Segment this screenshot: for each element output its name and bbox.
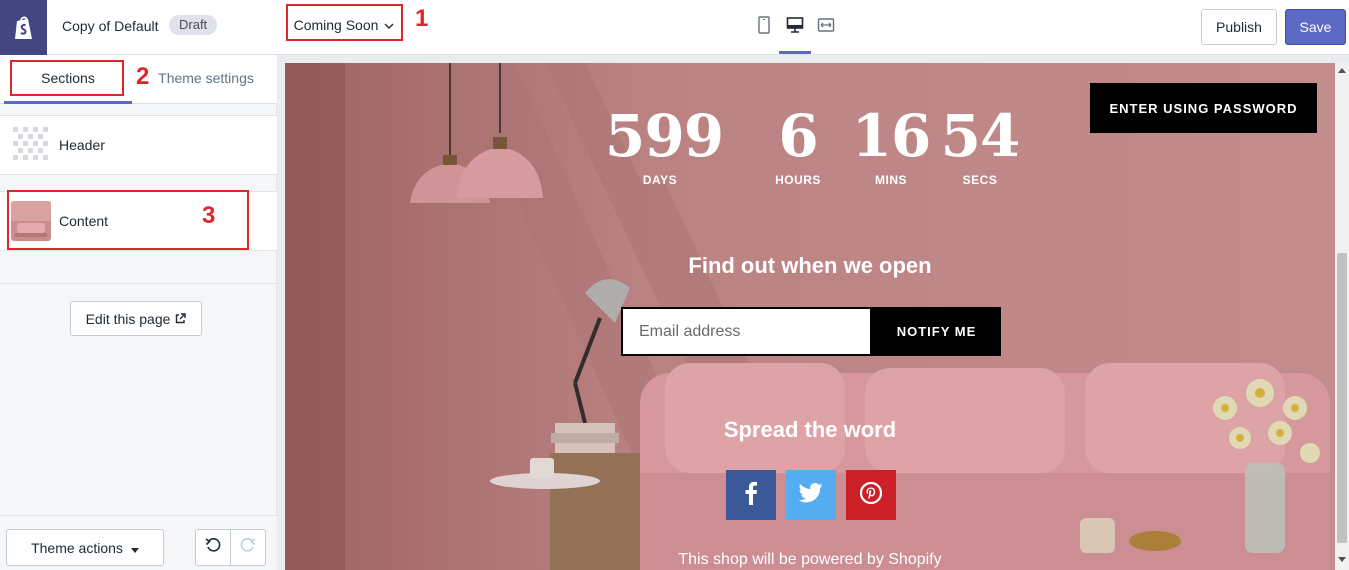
- scroll-down-icon[interactable]: [1338, 557, 1346, 562]
- countdown-days: 599 DAYS: [605, 102, 724, 187]
- countdown-secs-value: 54: [940, 102, 1021, 170]
- preview-scrollbar[interactable]: [1335, 63, 1349, 570]
- tab-theme-settings[interactable]: Theme settings: [146, 55, 266, 104]
- twitter-icon: [798, 482, 823, 508]
- save-button[interactable]: Save: [1285, 9, 1346, 45]
- shopify-logo-icon[interactable]: [0, 0, 47, 55]
- countdown-timer: 599 DAYS 6 HOURS 16 MINS 54 SECS: [605, 102, 1020, 187]
- edit-page-button[interactable]: Edit this page: [70, 301, 202, 336]
- template-select-value: Coming Soon: [293, 16, 379, 33]
- header-thumbnail-icon: [11, 125, 51, 165]
- caret-down-icon: [130, 540, 139, 556]
- spread-the-word-heading: Spread the word: [723, 417, 897, 442]
- share-facebook-button[interactable]: [726, 470, 776, 520]
- external-link-icon: [175, 311, 187, 327]
- chevron-down-icon: [384, 17, 394, 33]
- redo-icon: [240, 537, 256, 558]
- undo-icon: [205, 537, 221, 558]
- facebook-icon: [744, 481, 758, 510]
- mobile-view-button[interactable]: [751, 14, 777, 40]
- status-badge: Draft: [169, 15, 218, 35]
- sidebar-header: Copy of Default Draft: [0, 0, 277, 55]
- redo-button[interactable]: [231, 530, 265, 565]
- pinterest-icon: [859, 481, 883, 509]
- publish-button[interactable]: Publish: [1201, 9, 1277, 45]
- fullscreen-icon: [817, 16, 835, 39]
- theme-actions-label: Theme actions: [31, 539, 123, 556]
- template-select[interactable]: Coming Soon: [286, 8, 402, 41]
- countdown-days-value: 599: [605, 102, 724, 170]
- annotation-number-2: 2: [136, 63, 150, 90]
- preview-frame: 599 DAYS 6 HOURS 16 MINS 54 SECS ENTER U…: [277, 55, 1349, 570]
- powered-by-text: This shop will be powered by Shopify: [678, 551, 942, 568]
- active-device-indicator: [779, 51, 811, 54]
- desktop-icon: [786, 16, 804, 39]
- share-pinterest-button[interactable]: [846, 470, 896, 520]
- email-input[interactable]: [621, 307, 872, 356]
- store-preview: 599 DAYS 6 HOURS 16 MINS 54 SECS ENTER U…: [285, 63, 1335, 570]
- section-item-content[interactable]: Content: [0, 191, 277, 251]
- section-item-header[interactable]: Header: [0, 115, 277, 175]
- countdown-secs: 54 SECS: [925, 105, 1035, 187]
- undo-redo-group: [195, 529, 266, 566]
- section-label-header: Header: [59, 137, 105, 153]
- annotation-number-1: 1: [415, 5, 429, 32]
- theme-actions-button[interactable]: Theme actions: [6, 529, 164, 566]
- countdown-secs-label: SECS: [962, 173, 998, 187]
- desktop-view-button[interactable]: [782, 14, 808, 40]
- countdown-days-label: DAYS: [642, 173, 678, 187]
- top-bar: Coming Soon Publish Save: [277, 0, 1349, 55]
- scroll-up-icon[interactable]: [1338, 68, 1346, 73]
- theme-name: Copy of Default: [62, 18, 159, 34]
- sidebar-footer: Theme actions: [0, 515, 277, 570]
- mobile-icon: [757, 15, 771, 39]
- enter-password-button[interactable]: ENTER USING PASSWORD: [1090, 83, 1317, 133]
- section-label-content: Content: [59, 213, 109, 229]
- content-thumbnail-icon: [11, 201, 51, 241]
- scroll-thumb[interactable]: [1337, 253, 1347, 543]
- undo-button[interactable]: [196, 530, 231, 565]
- fullscreen-view-button[interactable]: [813, 14, 839, 40]
- divider: [0, 283, 277, 284]
- annotation-number-3: 3: [202, 202, 216, 229]
- newsletter-form: NOTIFY ME: [621, 307, 1001, 356]
- tab-sections[interactable]: Sections: [4, 55, 132, 104]
- share-twitter-button[interactable]: [786, 470, 836, 520]
- find-out-heading: Find out when we open: [688, 253, 932, 278]
- edit-page-label: Edit this page: [85, 310, 171, 327]
- notify-me-button[interactable]: NOTIFY ME: [872, 307, 1001, 356]
